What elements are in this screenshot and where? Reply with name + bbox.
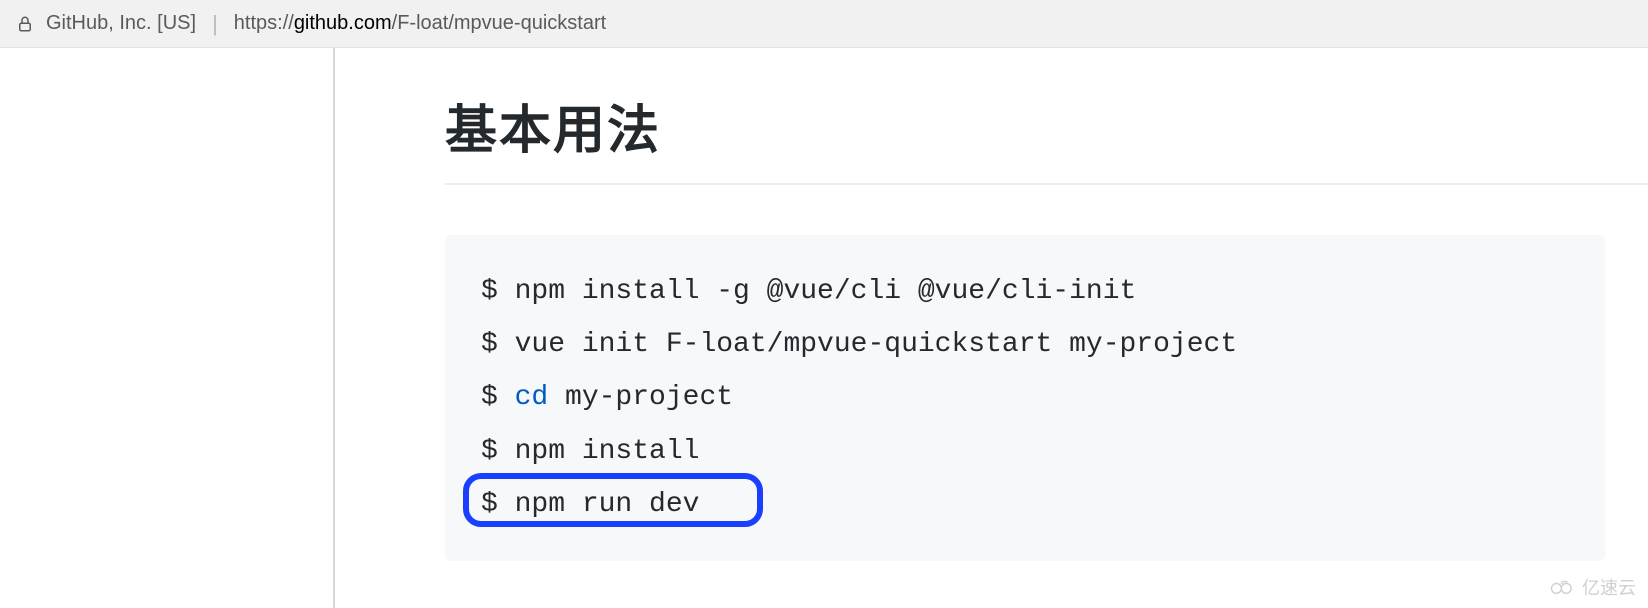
watermark-text: 亿速云 [1582,574,1636,600]
url-display[interactable]: https://github.com/F-loat/mpvue-quicksta… [234,12,606,35]
code-block[interactable]: $ npm install -g @vue/cli @vue/cli-init … [445,235,1605,561]
code-line: $ vue init F-loat/mpvue-quickstart my-pr… [481,318,1569,371]
watermark: 亿速云 [1548,574,1636,600]
code-line: $ npm run dev [481,478,1569,531]
address-bar: GitHub, Inc. [US] | https://github.com/F… [0,0,1648,48]
address-divider: | [212,11,218,37]
code-line: $ cd my-project [481,371,1569,424]
url-prefix: https:// [234,12,294,34]
url-domain: github.com [294,12,392,34]
code-line: $ npm install -g @vue/cli @vue/cli-init [481,265,1569,318]
main-content: 基本用法 $ npm install -g @vue/cli @vue/cli-… [335,48,1648,608]
site-identity: GitHub, Inc. [US] [46,12,196,35]
watermark-icon [1548,577,1576,597]
code-keyword: cd [515,382,549,413]
left-gutter [0,48,335,608]
code-line: $ npm install [481,425,1569,478]
lock-icon [16,15,34,33]
section-heading: 基本用法 [445,88,1648,163]
content-area: 基本用法 $ npm install -g @vue/cli @vue/cli-… [0,48,1648,608]
url-path: /F-loat/mpvue-quickstart [392,12,607,34]
heading-divider [445,183,1648,185]
